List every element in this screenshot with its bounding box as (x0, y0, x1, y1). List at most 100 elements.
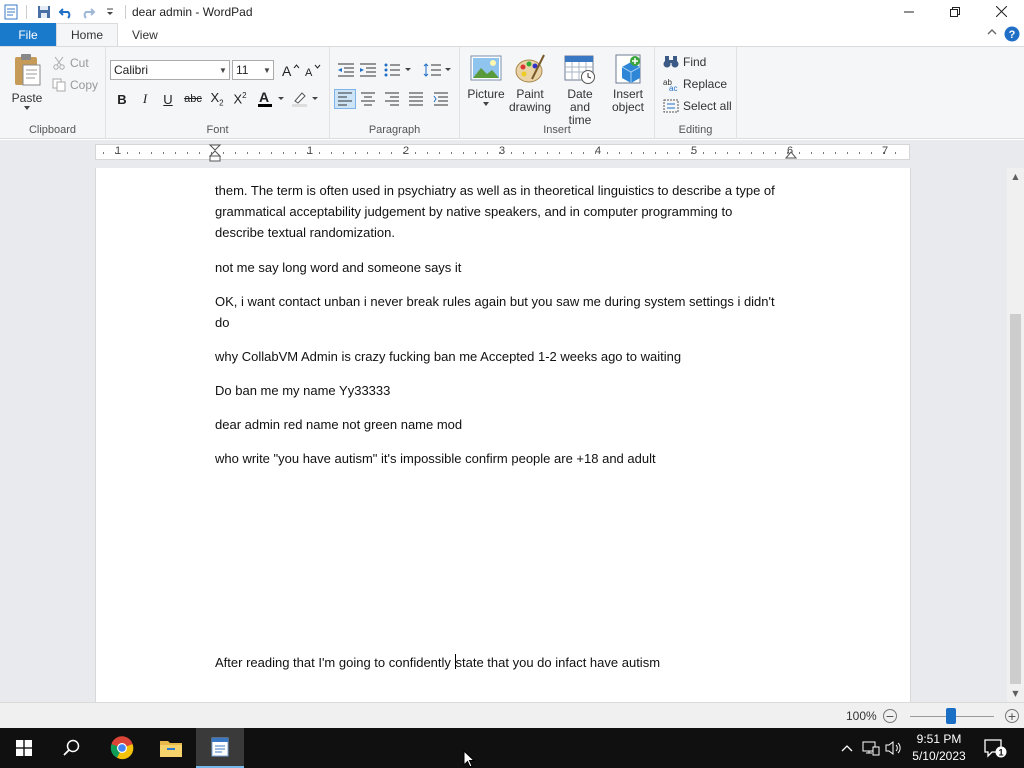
undo-icon[interactable] (55, 1, 77, 23)
minimize-button[interactable] (886, 0, 932, 23)
italic-button[interactable]: I (134, 89, 156, 109)
right-indent-marker[interactable] (785, 149, 797, 159)
font-family-select[interactable]: Calibri ▼ (110, 60, 230, 80)
bullet-list-button[interactable] (382, 60, 414, 80)
select-all-icon (663, 99, 679, 113)
show-hidden-icons-button[interactable] (838, 728, 856, 768)
font-group-label: Font (206, 124, 229, 136)
paste-button[interactable]: Paste (8, 53, 46, 111)
scroll-up-icon[interactable]: ▲ (1007, 168, 1024, 185)
document-paragraph[interactable]: who write "you have autism" it's impossi… (215, 448, 785, 469)
taskbar-file-explorer[interactable] (147, 728, 195, 768)
quick-access-toolbar (0, 0, 132, 23)
wordpad-app-icon[interactable] (0, 1, 22, 23)
paint-drawing-button[interactable]: Paint drawing (508, 53, 552, 114)
ruler-tick (139, 152, 140, 154)
paragraph-icon (433, 92, 448, 106)
ruler-tick (643, 152, 644, 154)
align-center-button[interactable] (357, 89, 379, 109)
shrink-font-button[interactable]: A (302, 60, 324, 80)
action-center-button[interactable]: 1 (980, 728, 1010, 768)
document-paragraph[interactable]: After reading that I'm going to confiden… (215, 652, 785, 673)
restore-button[interactable] (932, 0, 978, 23)
replace-icon: abac (663, 78, 677, 91)
help-icon[interactable]: ? (1004, 26, 1020, 45)
scrollbar-thumb[interactable] (1010, 314, 1021, 684)
find-button[interactable]: Find (663, 52, 706, 72)
justify-button[interactable] (405, 89, 427, 109)
font-size-select[interactable]: 11 ▼ (232, 60, 274, 80)
align-right-button[interactable] (381, 89, 403, 109)
ruler-tick (607, 152, 608, 154)
chevron-down-icon: ▼ (219, 65, 227, 75)
document-paragraph[interactable]: Do ban me my name Yy33333 (215, 380, 785, 401)
superscript-button[interactable]: X2 (229, 89, 251, 109)
ruler-number: 1 (115, 145, 122, 157)
copy-button[interactable]: Copy (52, 75, 98, 95)
line-spacing-button[interactable] (422, 60, 454, 80)
grow-font-button[interactable]: A (280, 60, 302, 80)
ruler-tick (355, 152, 356, 154)
text-color-button[interactable]: A (256, 89, 288, 109)
tab-home[interactable]: Home (56, 23, 119, 46)
justify-icon (409, 92, 423, 106)
start-button[interactable] (0, 728, 48, 768)
bold-button[interactable]: B (111, 89, 133, 109)
ruler-tick (859, 152, 860, 154)
search-button[interactable] (48, 728, 96, 768)
vertical-scrollbar[interactable]: ▲ ▼ (1007, 168, 1024, 702)
select-all-button[interactable]: Select all (663, 96, 732, 116)
picture-button[interactable]: Picture (466, 53, 506, 107)
paste-dropdown-icon[interactable] (23, 105, 31, 111)
customize-dropdown-icon[interactable] (99, 1, 121, 23)
ruler[interactable]: 1 1 2 3 4 5 6 7 (95, 144, 910, 163)
tab-view[interactable]: View (118, 23, 172, 46)
document-paragraph[interactable]: OK, i want contact unban i never break r… (215, 291, 785, 333)
picture-dropdown-icon[interactable] (482, 101, 490, 107)
document-paragraph[interactable]: them. The term is often used in psychiat… (215, 180, 785, 243)
strikethrough-button[interactable]: abc (182, 89, 204, 109)
taskbar-chrome[interactable] (98, 728, 146, 768)
taskbar-wordpad[interactable] (196, 728, 244, 768)
plus-icon: + (1007, 709, 1017, 723)
highlight-color-button[interactable] (290, 89, 322, 109)
document-paragraph[interactable]: why CollabVM Admin is crazy fucking ban … (215, 346, 785, 367)
ruler-tick (847, 152, 848, 154)
close-button[interactable] (978, 0, 1024, 23)
save-icon[interactable] (33, 1, 55, 23)
underline-button[interactable]: U (157, 89, 179, 109)
zoom-out-button[interactable]: − (883, 709, 897, 723)
network-button[interactable] (861, 728, 881, 768)
collapse-ribbon-icon[interactable] (986, 26, 998, 45)
ruler-tick (283, 152, 284, 154)
cut-button[interactable]: Cut (52, 53, 89, 73)
svg-text:A: A (259, 90, 269, 105)
scissors-icon (53, 56, 65, 70)
document-paragraph[interactable]: dear admin red name not green name mod (215, 414, 785, 435)
zoom-in-button[interactable]: + (1005, 709, 1019, 723)
redo-icon[interactable] (77, 1, 99, 23)
increase-indent-button[interactable] (357, 60, 379, 80)
scroll-down-icon[interactable]: ▼ (1007, 685, 1024, 702)
indent-marker[interactable] (209, 144, 221, 163)
tab-file[interactable]: File (0, 23, 56, 46)
paragraph-settings-button[interactable] (430, 89, 452, 109)
ruler-tick (523, 152, 524, 154)
date-time-button[interactable]: Date and time (558, 53, 602, 127)
close-icon (995, 6, 1007, 17)
volume-button[interactable] (884, 728, 904, 768)
zoom-slider-thumb[interactable] (946, 708, 956, 724)
paragraph-group-label: Paragraph (368, 124, 421, 136)
ruler-tick (199, 152, 200, 154)
decrease-indent-button[interactable] (335, 60, 357, 80)
subscript-button[interactable]: X2 (206, 89, 228, 109)
taskbar-clock[interactable]: 9:51 PM 5/10/2023 (906, 731, 972, 765)
insert-object-button[interactable]: Insert object (606, 53, 650, 114)
document-paragraph[interactable]: not me say long word and someone says it (215, 257, 785, 278)
ruler-tick (631, 152, 632, 154)
ruler-tick (331, 152, 332, 154)
replace-button[interactable]: ab ac Replace (663, 74, 727, 94)
document-page[interactable]: them. The term is often used in psychiat… (95, 168, 911, 702)
superscript-icon: X2 (233, 91, 247, 107)
align-left-button[interactable] (334, 89, 356, 109)
